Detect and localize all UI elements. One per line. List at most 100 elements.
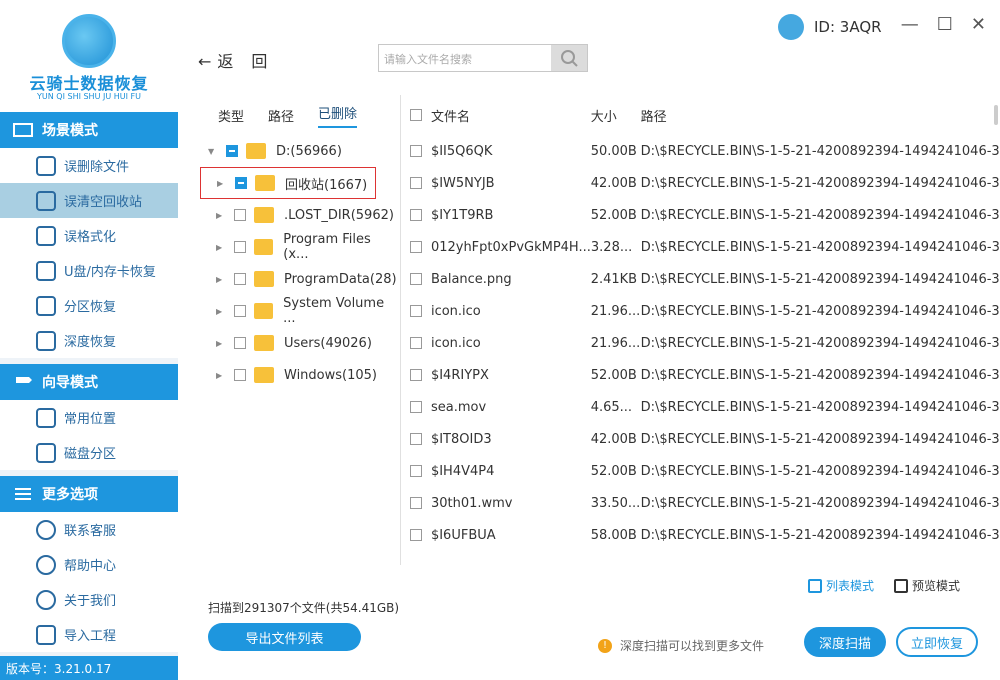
row-checkbox[interactable]: [409, 465, 422, 477]
tree-node[interactable]: ▶ Windows(105): [200, 359, 398, 391]
row-checkbox-cell: [401, 433, 431, 445]
table-row[interactable]: $II5Q6QK 50.00B D:\$RECYCLE.BIN\S-1-5-21-4…: [401, 135, 1000, 167]
row-checkbox[interactable]: [409, 529, 422, 541]
nav-item-disk-partition[interactable]: 磁盘分区: [0, 435, 178, 470]
file-size: 52.00B: [590, 207, 637, 223]
row-checkbox[interactable]: [409, 273, 422, 285]
nav-item-help[interactable]: 帮助中心: [0, 547, 178, 582]
tree-node[interactable]: ▶ Users(49026): [200, 327, 398, 359]
row-checkbox[interactable]: [409, 497, 422, 509]
expand-right-icon[interactable]: ▶: [216, 307, 226, 316]
nav-label: 误清空回收站: [64, 195, 143, 210]
tree-node-recycle-bin[interactable]: ▶ 回收站(1667): [200, 167, 376, 199]
row-checkbox[interactable]: [409, 209, 422, 221]
tree-node[interactable]: ▶ System Volume ...: [200, 295, 398, 327]
nav-label: 导入工程: [64, 629, 117, 644]
preview-mode-button[interactable]: 预览模式: [894, 577, 960, 594]
column-header-path[interactable]: 路径: [641, 106, 1000, 125]
tab-deleted[interactable]: 已删除: [318, 103, 358, 128]
table-row[interactable]: 012yhFpt0xPvGkMP4H... 3.28... D:\$RECYCLE.…: [401, 231, 1000, 263]
table-row[interactable]: 30th01.wmv 33.50... D:\$RECYCLE.BIN\S-1-5-…: [401, 487, 1000, 519]
tree-checkbox[interactable]: [233, 305, 246, 317]
expand-right-icon[interactable]: ▶: [216, 275, 226, 284]
column-header-name[interactable]: 文件名: [431, 106, 591, 125]
row-checkbox-cell: [401, 337, 431, 349]
row-checkbox[interactable]: [409, 337, 422, 349]
table-row[interactable]: Balance.png 2.41KB D:\$RECYCLE.BIN\S-1-5-2…: [401, 263, 1000, 295]
row-checkbox[interactable]: [409, 241, 422, 253]
tree-checkbox[interactable]: [226, 145, 238, 157]
table-row[interactable]: $IT8OID3 42.00B D:\$RECYCLE.BIN\S-1-5-21-4…: [401, 423, 1000, 455]
tree-node-root[interactable]: ▼ D:(56966): [200, 135, 398, 167]
file-path: D:\$RECYCLE.BIN\S-1-5-21-4200892394-1494…: [640, 367, 1000, 383]
maximize-icon[interactable]: ☐: [937, 14, 953, 35]
expand-right-icon[interactable]: ▶: [217, 179, 227, 188]
select-all-checkbox[interactable]: [409, 109, 422, 121]
tree-checkbox[interactable]: [235, 177, 247, 189]
vertical-scrollbar[interactable]: [994, 105, 998, 125]
nav-item-import[interactable]: 导入工程: [0, 617, 178, 652]
nav-item-about[interactable]: 关于我们: [0, 582, 178, 617]
tab-path[interactable]: 路径: [268, 106, 294, 125]
row-checkbox[interactable]: [409, 145, 422, 157]
tree-node[interactable]: ▶ .LOST_DIR(5962): [200, 199, 398, 231]
info-icon: [36, 589, 56, 610]
table-row[interactable]: icon.ico 21.96... D:\$RECYCLE.BIN\S-1-5-21…: [401, 295, 1000, 327]
tree-tabs: 类型 路径 已删除: [200, 95, 398, 135]
folder-icon: [254, 207, 274, 223]
row-checkbox[interactable]: [409, 177, 422, 189]
recover-now-button[interactable]: 立即恢复: [896, 627, 978, 657]
tree-checkbox[interactable]: [234, 209, 246, 221]
expand-right-icon[interactable]: ▶: [216, 243, 226, 252]
table-row[interactable]: $IW5NYJB 42.00B D:\$RECYCLE.BIN\S-1-5-21-4…: [401, 167, 1000, 199]
expand-right-icon[interactable]: ▶: [216, 371, 226, 380]
table-row[interactable]: icon.ico 21.96... D:\$RECYCLE.BIN\S-1-5-21…: [401, 327, 1000, 359]
search-button[interactable]: [551, 45, 587, 71]
nav-item-misdelete[interactable]: 误删除文件: [0, 148, 178, 183]
expand-right-icon[interactable]: ▶: [216, 339, 226, 348]
tree-node[interactable]: ▶ ProgramData(28): [200, 263, 398, 295]
back-button[interactable]: ← 返回: [198, 48, 285, 72]
nav-item-partition[interactable]: 分区恢复: [0, 288, 178, 323]
row-checkbox[interactable]: [409, 401, 422, 413]
nav-item-recycle-bin[interactable]: 误清空回收站: [0, 183, 178, 218]
tree-node[interactable]: ▶ Program Files (x...: [200, 231, 398, 263]
nav-item-format[interactable]: 误格式化: [0, 218, 178, 253]
nav-item-common-location[interactable]: 常用位置: [0, 400, 178, 435]
table-row[interactable]: $IH4V4P4 52.00B D:\$RECYCLE.BIN\S-1-5-21-4…: [401, 455, 1000, 487]
file-size: 52.00B: [590, 463, 637, 479]
table-row[interactable]: sea.mov 4.65... D:\$RECYCLE.BIN\S-1-5-21-4…: [401, 391, 1000, 423]
row-checkbox-cell: [401, 465, 431, 477]
section-scene-mode: 场景模式: [0, 112, 178, 148]
section-title: 更多选项: [42, 487, 98, 503]
tree-checkbox[interactable]: [234, 337, 246, 349]
close-icon[interactable]: ✕: [971, 14, 986, 35]
row-checkbox[interactable]: [409, 433, 422, 445]
file-icon: [36, 155, 56, 176]
file-name: 30th01.wmv: [430, 495, 513, 511]
file-name: icon.ico: [430, 303, 481, 319]
minimize-icon[interactable]: —: [901, 14, 919, 35]
tree-checkbox[interactable]: [234, 369, 246, 381]
table-row[interactable]: $I4RIYPX 52.00B D:\$RECYCLE.BIN\S-1-5-21-4…: [401, 359, 1000, 391]
deep-scan-button[interactable]: 深度扫描: [804, 627, 886, 657]
expand-right-icon[interactable]: ▶: [216, 211, 226, 220]
tree-checkbox[interactable]: [233, 241, 246, 253]
row-checkbox-cell: [401, 209, 431, 221]
table-row[interactable]: $I6UFBUA 58.00B D:\$RECYCLE.BIN\S-1-5-21-4…: [401, 519, 1000, 551]
tab-type[interactable]: 类型: [218, 106, 244, 125]
row-checkbox[interactable]: [409, 305, 422, 317]
file-name: $I4RIYPX: [430, 367, 489, 383]
tree-checkbox[interactable]: [234, 273, 246, 285]
nav-item-support[interactable]: 联系客服: [0, 512, 178, 547]
row-checkbox-cell: [401, 241, 431, 253]
column-header-size[interactable]: 大小: [591, 106, 641, 125]
search-input[interactable]: 请输入文件名搜索: [379, 45, 551, 71]
table-row[interactable]: $IY1T9RB 52.00B D:\$RECYCLE.BIN\S-1-5-21-4…: [401, 199, 1000, 231]
nav-item-usb[interactable]: U盘/内存卡恢复: [0, 253, 178, 288]
row-checkbox[interactable]: [409, 369, 422, 381]
list-mode-button[interactable]: 列表模式: [808, 577, 874, 594]
nav-item-deep[interactable]: 深度恢复: [0, 323, 178, 358]
export-list-button[interactable]: 导出文件列表: [208, 623, 361, 651]
expand-down-icon[interactable]: ▼: [208, 147, 218, 156]
